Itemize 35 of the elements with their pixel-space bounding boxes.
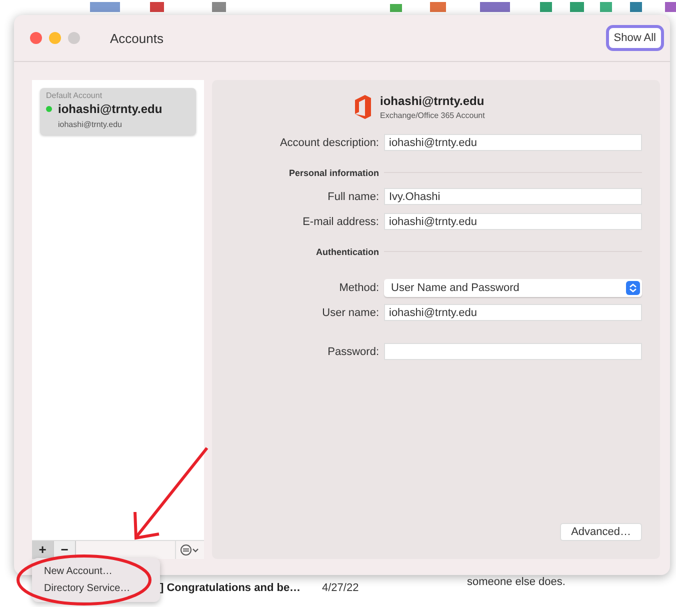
field-label: Password: <box>326 346 379 358</box>
field-label: User name: <box>321 306 379 318</box>
field-label: Method: <box>338 282 379 294</box>
account-name: iohashi@trnty.edu <box>58 102 162 116</box>
window-control-icon[interactable] <box>68 32 80 44</box>
menu-item[interactable]: Directory Service… <box>32 580 160 597</box>
field-label: Full name: <box>326 190 379 202</box>
method-dropdown[interactable]: User Name and Password <box>384 278 642 296</box>
input-field[interactable] <box>384 343 642 360</box>
input-field[interactable]: iohashi@trnty.edu <box>384 213 642 230</box>
input-field[interactable]: Ivy.Ohashi <box>384 188 642 205</box>
account-type: Exchange/Office 365 Account <box>380 111 485 120</box>
window-control-icon[interactable] <box>49 32 61 44</box>
window-title: Accounts <box>110 30 164 46</box>
stepper-icon <box>626 280 640 294</box>
message-preview: someone else does. <box>467 576 566 588</box>
field-label: E-mail address: <box>302 216 379 228</box>
window-control-icon[interactable] <box>30 32 42 44</box>
account-group-label: Default Account <box>46 91 104 100</box>
input-field[interactable]: iohashi@trnty.edu <box>384 134 642 151</box>
advanced-button[interactable]: Advanced… <box>560 523 642 541</box>
show-all-button[interactable]: Show All <box>606 25 664 51</box>
add-button[interactable]: + <box>32 541 54 559</box>
section-heading: Authentication <box>315 246 379 256</box>
section-heading: Personal information <box>288 168 379 178</box>
account-item[interactable]: Default Account iohashi@trnty.edu iohashi@trnty.edu <box>40 88 196 135</box>
input-field[interactable]: iohashi@trnty.edu <box>384 304 642 321</box>
account-title: iohashi@trnty.edu <box>380 94 485 108</box>
message-date: 4/27/22 <box>322 582 359 594</box>
menu-item[interactable]: New Account… <box>32 563 160 580</box>
office-logo-icon <box>352 94 372 120</box>
field-label: Account description: <box>278 136 379 148</box>
action-menu-icon <box>180 544 200 556</box>
account-email: iohashi@trnty.edu <box>58 120 124 129</box>
message-subject: ] Congratulations and be… <box>160 582 301 594</box>
